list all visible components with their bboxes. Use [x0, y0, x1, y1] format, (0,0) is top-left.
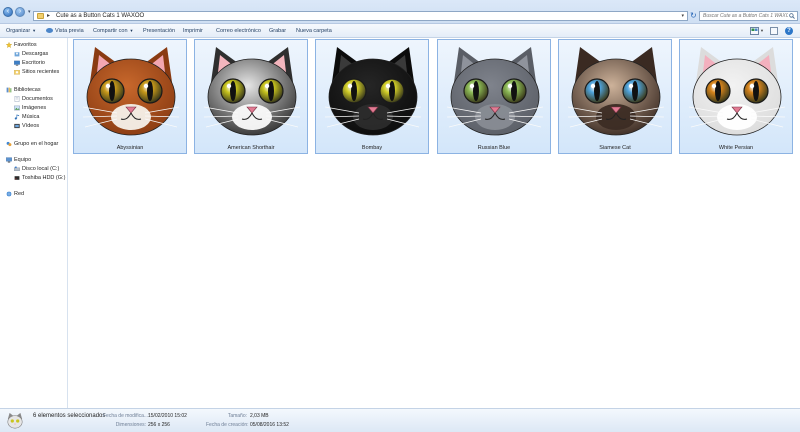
arrow-right-icon: ›	[18, 8, 22, 15]
print-label: Imprimir	[183, 28, 203, 34]
organize-label: Organizar	[6, 28, 31, 34]
homegroup-icon	[6, 141, 12, 147]
dimensions-label: Dimensiones:	[115, 422, 146, 428]
navigation-pane: Favoritos Descargas Escritorio Sitios re…	[0, 38, 68, 408]
desktop-icon	[14, 60, 20, 66]
refresh-icon: ↻	[690, 11, 697, 20]
file-name: Bombay	[361, 145, 383, 151]
hard-drive-icon	[14, 166, 20, 171]
organize-button[interactable]: Organizar ▼	[6, 27, 36, 35]
folder-icon	[37, 13, 44, 19]
size-label: Tamaño:	[227, 413, 247, 419]
sidebar-label: Sitios recientes	[22, 69, 60, 75]
new-folder-label: Nueva carpeta	[296, 28, 332, 34]
cat-face-icon	[203, 47, 301, 136]
modified-label: Fecha de modifica...:	[103, 413, 150, 419]
file-item-bombay[interactable]: Bombay	[315, 39, 429, 154]
search-box[interactable]	[699, 11, 798, 21]
sidebar-label: Imágenes	[22, 105, 47, 111]
view-options-icon[interactable]	[750, 27, 759, 35]
sidebar-label: Documentos	[22, 96, 53, 102]
external-drive-icon	[14, 176, 20, 180]
cat-face-icon	[446, 47, 544, 136]
downloads-icon	[14, 52, 20, 57]
chevron-down-icon[interactable]: ▼	[760, 27, 764, 35]
sidebar-label: Descargas	[22, 51, 49, 57]
file-list: Abyssinian American Shorthair Bombay Rus…	[69, 38, 800, 408]
sidebar-label: Escritorio	[22, 60, 45, 66]
sidebar-label: Red	[14, 191, 25, 197]
recent-places-icon	[14, 70, 20, 75]
forward-button[interactable]: ›	[15, 7, 25, 17]
sidebar-label: Música	[22, 114, 40, 120]
command-bar: Organizar ▼ Vista previa Compartir con ▼ P…	[0, 24, 800, 38]
sidebar-label: Equipo	[14, 157, 32, 163]
star-icon	[6, 42, 12, 48]
file-name: American Shorthair	[227, 145, 275, 151]
file-item-abyssinian[interactable]: Abyssinian	[73, 39, 187, 154]
modified-value: 15/02/2010 15:02	[148, 413, 187, 419]
preview-pane-icon[interactable]	[770, 27, 778, 35]
refresh-button[interactable]: ↻	[690, 12, 698, 20]
preview-label: Vista previa	[55, 28, 84, 34]
music-icon	[14, 114, 20, 120]
pictures-icon	[14, 105, 20, 111]
help-icon[interactable]: ?	[785, 27, 793, 35]
chevron-down-icon: ▼	[32, 28, 37, 33]
chevron-down-icon[interactable]: ▾	[681, 12, 684, 20]
cat-face-icon	[688, 47, 786, 136]
sidebar-label: Grupo en el hogar	[14, 141, 59, 147]
back-button[interactable]: ‹	[3, 7, 13, 17]
file-name: Abyssinian	[116, 145, 144, 151]
documents-icon	[14, 96, 20, 102]
videos-icon	[14, 123, 20, 129]
sidebar-label: Vídeos	[22, 123, 40, 129]
file-name: White Persian	[718, 145, 754, 151]
file-item-russian-blue[interactable]: Russian Blue	[437, 39, 551, 154]
recent-pages-dropdown[interactable]: ▾	[28, 9, 31, 15]
size-value: 2,03 MB	[250, 413, 269, 419]
preview-button[interactable]: Vista previa	[46, 27, 84, 35]
selected-count: 6 elementos seleccionados	[33, 413, 106, 419]
created-value: 05/08/2016 13:52	[250, 422, 289, 428]
file-item-american-shorthair[interactable]: American Shorthair	[194, 39, 308, 154]
dimensions-value: 256 x 256	[148, 422, 170, 428]
address-bar: ‹ › ▾ ▸ Cute as a Button Cats 1 WAXOO ▾ …	[0, 0, 800, 24]
cat-face-icon	[567, 47, 665, 136]
cat-thumbnail-icon	[7, 412, 23, 429]
file-name: Russian Blue	[477, 145, 511, 151]
created-label: Fecha de creación:	[206, 422, 249, 428]
burn-label: Grabar	[269, 28, 287, 34]
burn-button[interactable]: Grabar	[269, 27, 286, 35]
cat-face-icon	[324, 47, 422, 136]
print-button[interactable]: Imprimir	[183, 27, 203, 35]
file-item-white-persian[interactable]: White Persian	[679, 39, 793, 154]
cat-face-icon	[82, 47, 180, 136]
computer-icon	[6, 157, 12, 163]
libraries-icon	[6, 87, 12, 93]
file-item-siamese-cat[interactable]: Siamese Cat	[558, 39, 672, 154]
path-text[interactable]: Cute as a Button Cats 1 WAXOO	[56, 12, 144, 20]
preview-icon	[46, 28, 53, 33]
sidebar-label: Favoritos	[14, 42, 37, 48]
path-field[interactable]: ▸ Cute as a Button Cats 1 WAXOO ▾	[33, 11, 688, 21]
slideshow-button[interactable]: Presentación	[143, 27, 175, 35]
share-button[interactable]: Compartir con ▼	[93, 27, 134, 35]
chevron-right-icon[interactable]: ▸	[47, 12, 50, 20]
sidebar-label: Toshiba HDD (G:)	[22, 175, 66, 181]
arrow-left-icon: ‹	[6, 8, 10, 15]
chevron-down-icon: ▼	[129, 28, 134, 33]
search-icon[interactable]	[789, 13, 795, 19]
slideshow-label: Presentación	[143, 28, 176, 34]
email-label: Correo electrónico	[216, 28, 261, 34]
sidebar-label: Bibliotecas	[14, 87, 41, 93]
search-input[interactable]	[700, 12, 788, 20]
sidebar-label: Disco local (C:)	[22, 166, 60, 172]
network-icon	[6, 191, 12, 197]
new-folder-button[interactable]: Nueva carpeta	[296, 27, 332, 35]
details-pane: 6 elementos seleccionados Fecha de modif…	[0, 408, 800, 432]
email-button[interactable]: Correo electrónico	[216, 27, 261, 35]
file-name: Siamese Cat	[599, 145, 631, 151]
share-label: Compartir con	[93, 28, 128, 34]
